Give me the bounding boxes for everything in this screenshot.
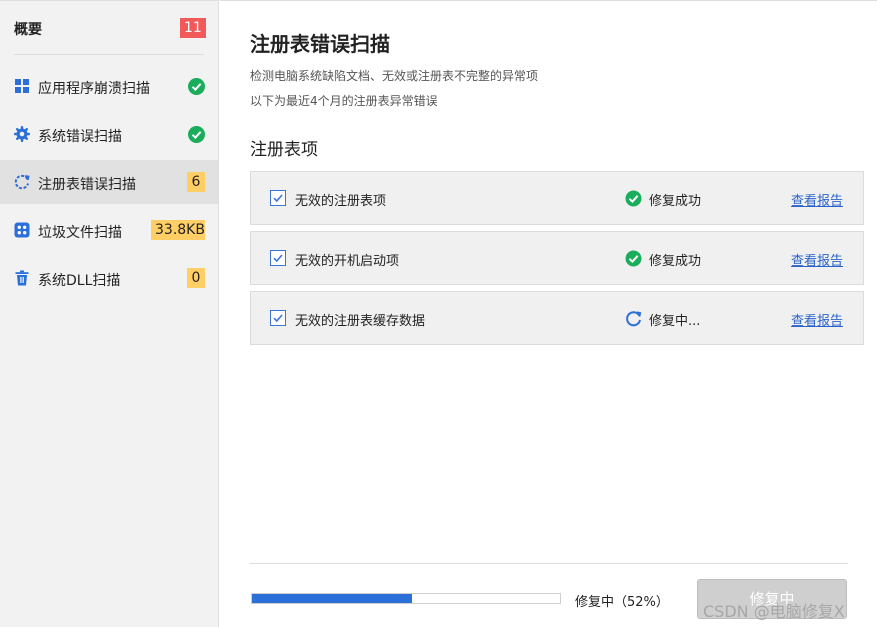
page-description-1: 检测电脑系统缺陷文档、无效或注册表不完整的异常项 <box>250 69 539 83</box>
sidebar: 概要 11 应用程序崩溃扫描 系统错误扫描 注册表错误扫描 6 垃圾文件扫描 3… <box>0 0 219 627</box>
check-circle-icon <box>625 250 642 267</box>
spinner-icon <box>625 310 642 327</box>
sidebar-item-label: 垃圾文件扫描 <box>38 225 122 241</box>
page-title: 注册表错误扫描 <box>250 32 390 56</box>
sidebar-item-label: 应用程序崩溃扫描 <box>38 81 150 97</box>
row-checkbox[interactable] <box>270 310 286 326</box>
view-report-link[interactable]: 查看报告 <box>791 250 843 269</box>
progress-text: 修复中（52%） <box>575 595 669 610</box>
sidebar-divider <box>14 54 204 55</box>
row-status: 修复中... <box>649 314 701 329</box>
sidebar-overview[interactable]: 概要 11 <box>0 1 219 54</box>
check-circle-icon <box>188 78 205 95</box>
row-name: 无效的注册表缓存数据 <box>295 314 426 329</box>
repair-progress-bar <box>251 593 561 604</box>
sidebar-item-label: 注册表错误扫描 <box>38 177 136 193</box>
row-status: 修复成功 <box>649 194 702 209</box>
sidebar-item-dll-scan[interactable]: 系统DLL扫描 0 <box>0 256 218 300</box>
gear-icon <box>14 126 30 142</box>
row-name: 无效的开机启动项 <box>295 254 400 269</box>
row-status: 修复成功 <box>649 254 702 269</box>
watermark: CSDN @电脑修复X <box>703 602 845 621</box>
grid-app-icon <box>14 78 30 94</box>
sidebar-item-label: 系统DLL扫描 <box>38 273 121 289</box>
footer-divider <box>250 563 848 564</box>
overview-count-badge: 11 <box>180 18 206 38</box>
view-report-link[interactable]: 查看报告 <box>791 310 843 329</box>
sidebar-item-system-error-scan[interactable]: 系统错误扫描 <box>0 112 218 156</box>
sidebar-item-label: 系统错误扫描 <box>38 129 122 145</box>
page-description-2: 以下为最近4个月的注册表异常错误 <box>250 94 438 108</box>
dll-count-badge: 0 <box>187 268 205 288</box>
check-circle-icon <box>625 190 642 207</box>
sidebar-item-app-crash-scan[interactable]: 应用程序崩溃扫描 <box>0 64 218 108</box>
junk-size-badge: 33.8KB <box>151 220 205 240</box>
row-name: 无效的注册表项 <box>295 194 387 209</box>
view-report-link[interactable]: 查看报告 <box>791 190 843 209</box>
registry-item-row: 无效的注册表项 修复成功 查看报告 <box>250 171 864 225</box>
main-panel: 注册表错误扫描 检测电脑系统缺陷文档、无效或注册表不完整的异常项 以下为最近4个… <box>220 0 877 627</box>
junk-file-icon <box>14 222 30 238</box>
refresh-icon <box>14 174 30 190</box>
registry-item-row: 无效的注册表缓存数据 修复中... 查看报告 <box>250 291 864 345</box>
progress-fill <box>252 594 412 603</box>
overview-label: 概要 <box>14 22 42 38</box>
registry-count-badge: 6 <box>187 172 205 192</box>
sidebar-item-registry-scan[interactable]: 注册表错误扫描 6 <box>0 160 218 204</box>
row-checkbox[interactable] <box>270 190 286 206</box>
trash-icon <box>14 270 30 286</box>
check-circle-icon <box>188 126 205 143</box>
row-checkbox[interactable] <box>270 250 286 266</box>
registry-item-row: 无效的开机启动项 修复成功 查看报告 <box>250 231 864 285</box>
section-title: 注册表项 <box>250 140 318 160</box>
sidebar-item-junk-file-scan[interactable]: 垃圾文件扫描 33.8KB <box>0 208 218 252</box>
